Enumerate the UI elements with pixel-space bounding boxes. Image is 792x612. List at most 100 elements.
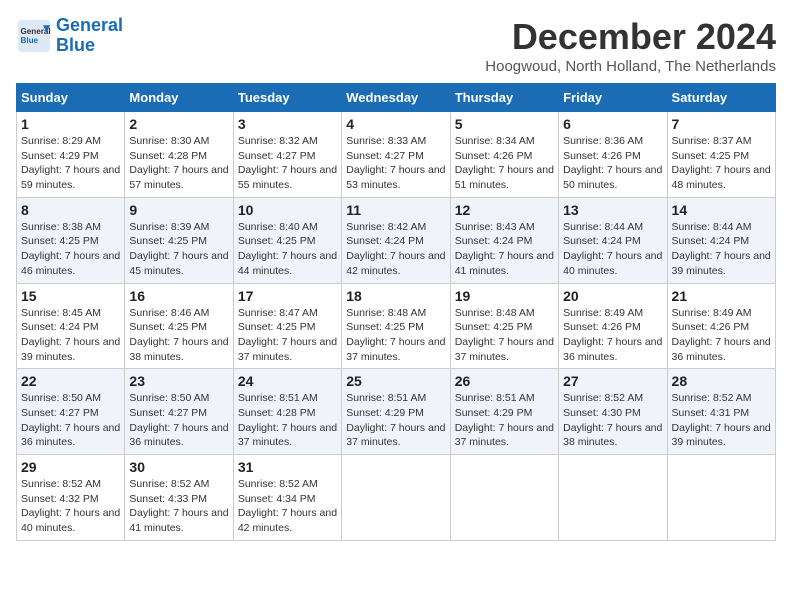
day-info: Sunrise: 8:39 AMSunset: 4:25 PMDaylight:… [129,220,228,279]
day-number: 3 [238,116,337,132]
calendar-cell: 23Sunrise: 8:50 AMSunset: 4:27 PMDayligh… [125,369,233,455]
calendar-cell: 5Sunrise: 8:34 AMSunset: 4:26 PMDaylight… [450,112,558,198]
calendar-cell: 9 Sunrise: 8:39 AMSunset: 4:25 PMDaylight… [125,197,233,283]
calendar-cell [667,455,775,541]
day-number: 29 [21,459,120,475]
calendar-cell: 26 Sunrise: 8:51 AMSunset: 4:29 PMDayligh… [450,369,558,455]
calendar-cell: 3Sunrise: 8:32 AMSunset: 4:27 PMDaylight… [233,112,341,198]
day-info: Sunrise: 8:52 AMSunset: 4:34 PMDaylight:… [238,477,337,536]
weekday-header-row: SundayMondayTuesdayWednesdayThursdayFrid… [17,84,776,112]
day-info: Sunrise: 8:49 AMSunset: 4:26 PMDaylight:… [672,306,771,365]
day-info: Sunrise: 8:44 AMSunset: 4:24 PMDaylight:… [563,220,662,279]
day-number: 30 [129,459,228,475]
calendar-cell: 22Sunrise: 8:50 AMSunset: 4:27 PMDayligh… [17,369,125,455]
weekday-header: Monday [125,84,233,112]
day-info: Sunrise: 8:51 AMSunset: 4:29 PMDaylight:… [455,391,554,450]
day-info: Sunrise: 8:44 AMSunset: 4:24 PMDaylight:… [672,220,771,279]
day-number: 31 [238,459,337,475]
day-info: Sunrise: 8:52 AMSunset: 4:32 PMDaylight:… [21,477,120,536]
weekday-header: Thursday [450,84,558,112]
calendar-cell: 6 Sunrise: 8:36 AMSunset: 4:26 PMDaylight… [559,112,667,198]
calendar-cell: 4Sunrise: 8:33 AMSunset: 4:27 PMDaylight… [342,112,450,198]
day-number: 20 [563,288,662,304]
day-info: Sunrise: 8:37 AMSunset: 4:25 PMDaylight:… [672,134,771,193]
calendar-cell: 28 Sunrise: 8:52 AMSunset: 4:31 PMDayligh… [667,369,775,455]
calendar-cell: 11 Sunrise: 8:42 AMSunset: 4:24 PMDayligh… [342,197,450,283]
logo: General Blue General Blue [16,16,123,56]
day-info: Sunrise: 8:52 AMSunset: 4:33 PMDaylight:… [129,477,228,536]
day-info: Sunrise: 8:34 AMSunset: 4:26 PMDaylight:… [455,134,554,193]
day-number: 28 [672,373,771,389]
day-info: Sunrise: 8:49 AMSunset: 4:26 PMDaylight:… [563,306,662,365]
day-number: 6 [563,116,662,132]
weekday-header: Friday [559,84,667,112]
logo-text: General Blue [56,16,123,56]
day-number: 19 [455,288,554,304]
calendar-cell: 15 Sunrise: 8:45 AMSunset: 4:24 PMDayligh… [17,283,125,369]
calendar-week-row: 15 Sunrise: 8:45 AMSunset: 4:24 PMDayligh… [17,283,776,369]
calendar-week-row: 8Sunrise: 8:38 AMSunset: 4:25 PMDaylight… [17,197,776,283]
calendar-cell: 30 Sunrise: 8:52 AMSunset: 4:33 PMDayligh… [125,455,233,541]
calendar-cell: 27Sunrise: 8:52 AMSunset: 4:30 PMDayligh… [559,369,667,455]
day-info: Sunrise: 8:36 AMSunset: 4:26 PMDaylight:… [563,134,662,193]
day-info: Sunrise: 8:43 AMSunset: 4:24 PMDaylight:… [455,220,554,279]
calendar-table: SundayMondayTuesdayWednesdayThursdayFrid… [16,83,776,541]
calendar-week-row: 29 Sunrise: 8:52 AMSunset: 4:32 PMDayligh… [17,455,776,541]
day-info: Sunrise: 8:50 AMSunset: 4:27 PMDaylight:… [21,391,120,450]
day-number: 25 [346,373,445,389]
calendar-cell: 1Sunrise: 8:29 AMSunset: 4:29 PMDaylight… [17,112,125,198]
logo-icon: General Blue [16,18,52,54]
day-info: Sunrise: 8:33 AMSunset: 4:27 PMDaylight:… [346,134,445,193]
calendar-cell: 20 Sunrise: 8:49 AMSunset: 4:26 PMDayligh… [559,283,667,369]
day-number: 18 [346,288,445,304]
day-info: Sunrise: 8:51 AMSunset: 4:28 PMDaylight:… [238,391,337,450]
header: General Blue General Blue December 2024 … [16,16,776,75]
calendar-cell: 25 Sunrise: 8:51 AMSunset: 4:29 PMDayligh… [342,369,450,455]
day-number: 24 [238,373,337,389]
day-info: Sunrise: 8:42 AMSunset: 4:24 PMDaylight:… [346,220,445,279]
calendar-cell: 17Sunrise: 8:47 AMSunset: 4:25 PMDayligh… [233,283,341,369]
calendar-week-row: 1Sunrise: 8:29 AMSunset: 4:29 PMDaylight… [17,112,776,198]
title-section: December 2024 Hoogwoud, North Holland, T… [485,16,776,75]
day-number: 27 [563,373,662,389]
weekday-header: Wednesday [342,84,450,112]
calendar-week-row: 22Sunrise: 8:50 AMSunset: 4:27 PMDayligh… [17,369,776,455]
day-info: Sunrise: 8:51 AMSunset: 4:29 PMDaylight:… [346,391,445,450]
calendar-cell: 10Sunrise: 8:40 AMSunset: 4:25 PMDayligh… [233,197,341,283]
calendar-cell: 19 Sunrise: 8:48 AMSunset: 4:25 PMDayligh… [450,283,558,369]
calendar-cell [342,455,450,541]
weekday-header: Sunday [17,84,125,112]
day-number: 2 [129,116,228,132]
day-info: Sunrise: 8:30 AMSunset: 4:28 PMDaylight:… [129,134,228,193]
day-number: 15 [21,288,120,304]
day-info: Sunrise: 8:48 AMSunset: 4:25 PMDaylight:… [455,306,554,365]
calendar-cell: 31 Sunrise: 8:52 AMSunset: 4:34 PMDayligh… [233,455,341,541]
day-number: 16 [129,288,228,304]
day-number: 13 [563,202,662,218]
day-info: Sunrise: 8:45 AMSunset: 4:24 PMDaylight:… [21,306,120,365]
day-number: 7 [672,116,771,132]
day-number: 9 [129,202,228,218]
day-number: 21 [672,288,771,304]
svg-text:Blue: Blue [21,36,39,45]
calendar-cell [450,455,558,541]
calendar-title: December 2024 [485,16,776,58]
weekday-header: Tuesday [233,84,341,112]
calendar-cell: 18 Sunrise: 8:48 AMSunset: 4:25 PMDayligh… [342,283,450,369]
day-number: 12 [455,202,554,218]
calendar-cell: 8Sunrise: 8:38 AMSunset: 4:25 PMDaylight… [17,197,125,283]
calendar-cell: 14 Sunrise: 8:44 AMSunset: 4:24 PMDayligh… [667,197,775,283]
day-number: 8 [21,202,120,218]
day-info: Sunrise: 8:46 AMSunset: 4:25 PMDaylight:… [129,306,228,365]
day-number: 23 [129,373,228,389]
day-number: 11 [346,202,445,218]
day-number: 14 [672,202,771,218]
day-info: Sunrise: 8:52 AMSunset: 4:31 PMDaylight:… [672,391,771,450]
day-number: 10 [238,202,337,218]
calendar-cell: 29 Sunrise: 8:52 AMSunset: 4:32 PMDayligh… [17,455,125,541]
calendar-cell: 21 Sunrise: 8:49 AMSunset: 4:26 PMDayligh… [667,283,775,369]
calendar-cell: 16 Sunrise: 8:46 AMSunset: 4:25 PMDayligh… [125,283,233,369]
day-number: 26 [455,373,554,389]
day-info: Sunrise: 8:48 AMSunset: 4:25 PMDaylight:… [346,306,445,365]
day-number: 17 [238,288,337,304]
